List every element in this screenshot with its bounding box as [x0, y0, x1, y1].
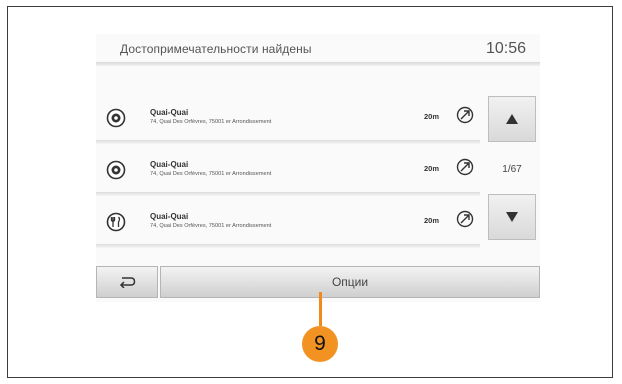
- back-arrow-icon: [119, 277, 136, 288]
- bottom-bar: Опции: [96, 266, 540, 298]
- poi-distance: 20m: [424, 164, 440, 173]
- row-divider: [96, 244, 480, 248]
- direction-arrow-icon: [456, 106, 474, 124]
- row-divider: [96, 140, 480, 144]
- scroll-down-button[interactable]: [488, 194, 536, 240]
- direction-arrow-icon: [456, 210, 474, 228]
- callout-badge: 9: [302, 326, 338, 362]
- poi-name: Quai-Quai: [150, 108, 189, 117]
- poi-name: Quai-Quai: [150, 212, 189, 221]
- poi-address: 74, Quai Des Orfèvres, 75001 er Arrondis…: [150, 223, 272, 229]
- list-item[interactable]: Quai-Quai 74, Quai Des Orfèvres, 75001 e…: [96, 96, 480, 144]
- list-item[interactable]: Quai-Quai 74, Quai Des Orfèvres, 75001 e…: [96, 148, 480, 196]
- row-divider: [96, 192, 480, 196]
- page-indicator: 1/67: [502, 164, 522, 175]
- triangle-up-icon: [506, 114, 518, 124]
- poi-restaurant-icon: [106, 212, 126, 232]
- poi-name: Quai-Quai: [150, 160, 189, 169]
- poi-distance: 20m: [424, 216, 440, 225]
- poi-marker-icon: [106, 108, 126, 128]
- callout-line: [319, 292, 322, 326]
- triangle-down-icon: [506, 212, 518, 222]
- list-item[interactable]: Quai-Quai 74, Quai Des Orfèvres, 75001 e…: [96, 200, 480, 248]
- poi-marker-icon: [106, 160, 126, 180]
- direction-arrow-icon: [456, 158, 474, 176]
- poi-address: 74, Quai Des Orfèvres, 75001 er Arrondis…: [150, 119, 272, 125]
- back-button[interactable]: [96, 266, 158, 298]
- clock: 10:56: [485, 40, 526, 57]
- page-title: Достопримечательности найдены: [120, 42, 312, 56]
- scroll-up-button[interactable]: [488, 96, 536, 142]
- header-divider: [96, 62, 540, 66]
- poi-distance: 20m: [424, 112, 440, 121]
- screen-header: Достопримечательности найдены 10:56: [96, 34, 540, 68]
- options-button[interactable]: Опции: [160, 266, 540, 298]
- poi-address: 74, Quai Des Orfèvres, 75001 er Arrondis…: [150, 171, 272, 177]
